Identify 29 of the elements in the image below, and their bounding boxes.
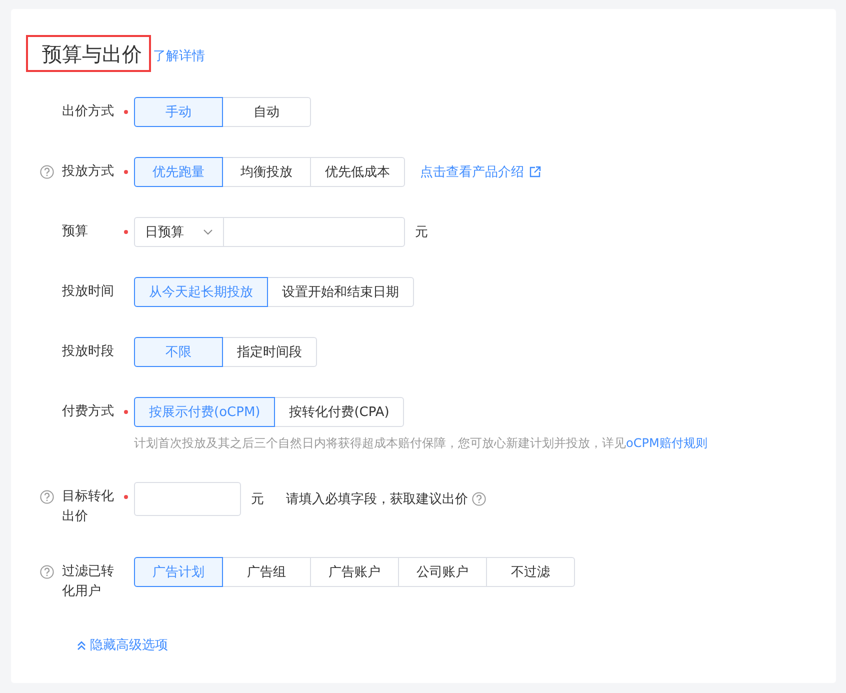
option-button[interactable]: 设置开始和结束日期 (267, 277, 414, 307)
unit-label: 元 (415, 224, 428, 241)
option-button[interactable]: 不过滤 (486, 557, 575, 587)
option-button[interactable]: 公司账户 (398, 557, 487, 587)
option-button[interactable]: 广告组 (222, 557, 311, 587)
double-chevron-up-icon (77, 640, 86, 650)
unit-label: 元 (251, 491, 264, 508)
option-button[interactable]: 广告账户 (310, 557, 399, 587)
bid-hint: 请填入必填字段，获取建议出价 (286, 491, 468, 508)
chevron-down-icon (203, 229, 213, 235)
field-label: 过滤已转化用户 (62, 563, 115, 601)
field-label: 付费方式 (62, 403, 115, 421)
option-button[interactable]: 优先低成本 (310, 157, 405, 187)
field-label: 出价方式 (62, 103, 115, 121)
option-button[interactable]: 指定时间段 (222, 337, 317, 367)
field-label: 目标转化出价 (62, 488, 115, 526)
bid-input[interactable] (134, 482, 241, 516)
field-label: 投放时段 (62, 343, 115, 361)
option-button[interactable]: 均衡投放 (222, 157, 311, 187)
help-icon (472, 492, 486, 506)
field-label: 预算 (62, 223, 89, 241)
option-button[interactable]: 按转化付费(CPA) (274, 397, 404, 427)
field-label: 投放方式 (62, 163, 115, 181)
option-button[interactable]: 自动 (222, 97, 311, 127)
field-label: 投放时间 (62, 283, 115, 301)
compensation-note: 计划首次投放及其之后三个自然日内将获得超成本赔付保障，您可放心新建计划并投放，详见oCPM赔付规则 (134, 435, 708, 452)
section-title: 预算与出价 (26, 35, 151, 72)
budget-input[interactable] (223, 217, 405, 247)
external-link-icon (529, 166, 541, 178)
